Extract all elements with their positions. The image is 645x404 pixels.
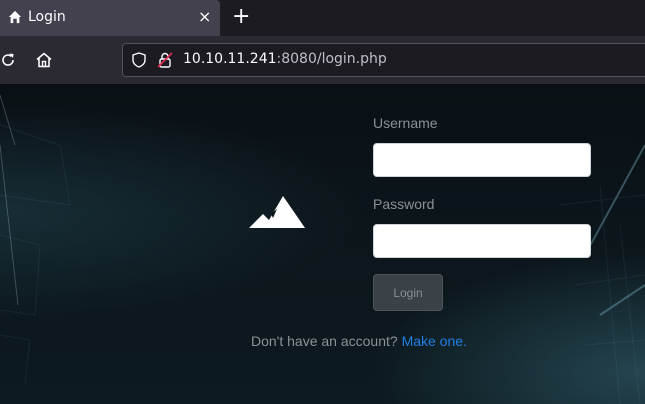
- page-content: Username Password Login Don't have an ac…: [0, 85, 645, 404]
- url-text[interactable]: 10.10.11.241:8080/login.php: [183, 51, 387, 67]
- tab-title: Login: [28, 9, 66, 25]
- login-button[interactable]: Login: [373, 274, 443, 311]
- nav-bar: 10.10.11.241:8080/login.php: [0, 36, 645, 85]
- new-tab-button[interactable]: +: [232, 6, 250, 28]
- address-bar[interactable]: 10.10.11.241:8080/login.php: [122, 43, 645, 77]
- close-icon[interactable]: ×: [198, 8, 211, 26]
- signup-link[interactable]: Make one: [402, 333, 463, 349]
- url-host: 10.10.11.241: [183, 51, 277, 67]
- signup-prompt: Don't have an account? Make one.: [251, 333, 467, 349]
- password-label: Password: [373, 196, 435, 212]
- reload-icon[interactable]: [0, 52, 16, 68]
- shield-icon[interactable]: [132, 52, 146, 68]
- insecure-lock-icon[interactable]: [157, 52, 173, 68]
- tab-bar: Login × +: [0, 0, 645, 36]
- home-icon: [8, 10, 22, 24]
- tab-login[interactable]: Login ×: [0, 0, 220, 36]
- signup-suffix: .: [463, 333, 467, 349]
- username-input[interactable]: [373, 143, 591, 177]
- password-input[interactable]: [373, 224, 591, 258]
- username-label: Username: [373, 115, 438, 131]
- mountain-logo-icon: [249, 196, 305, 228]
- url-path: :8080/login.php: [276, 51, 387, 67]
- home-icon[interactable]: [35, 51, 53, 69]
- signup-prompt-text: Don't have an account?: [251, 333, 398, 349]
